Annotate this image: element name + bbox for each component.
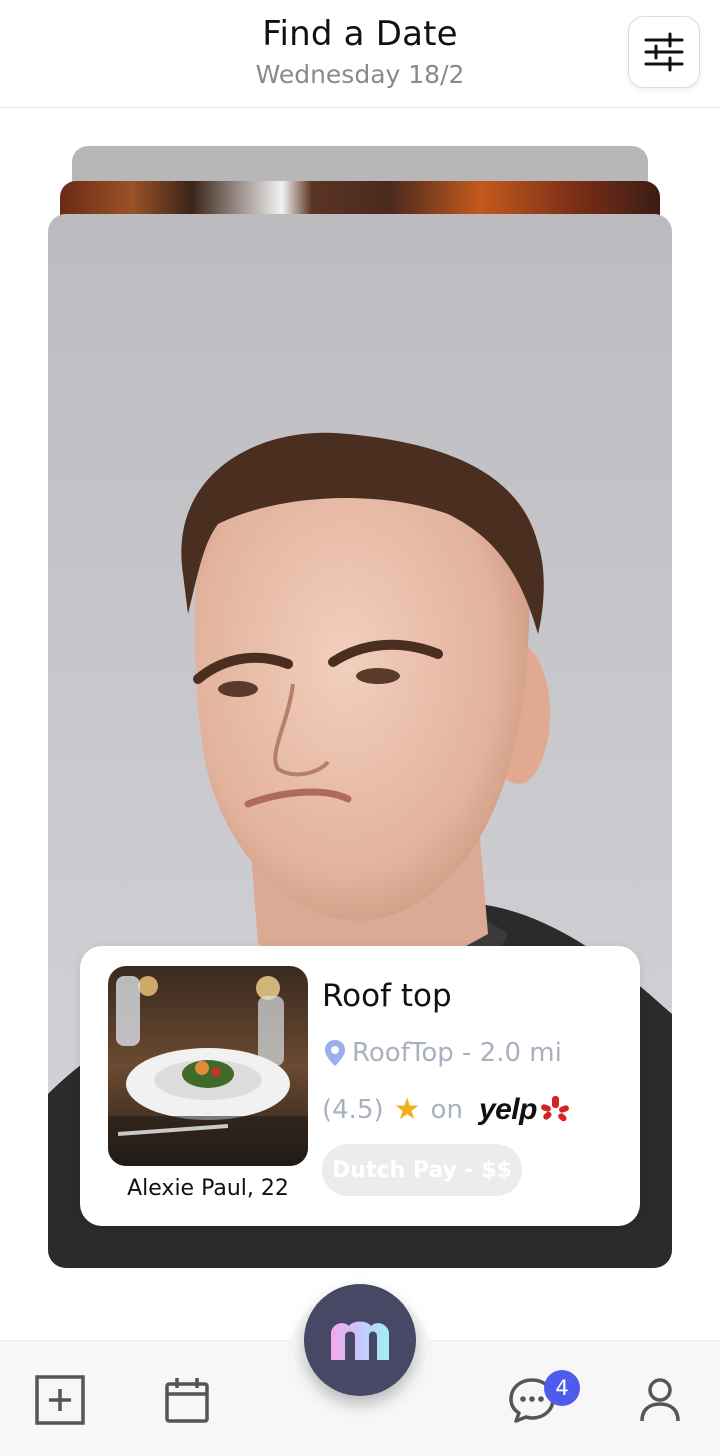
yelp-wordmark: yelp — [478, 1092, 538, 1126]
calendar-icon[interactable] — [159, 1372, 215, 1428]
app-logo-button[interactable] — [304, 1284, 416, 1396]
place-title: Roof top — [322, 978, 452, 1014]
page-title: Find a Date — [262, 14, 458, 54]
rating-on-label: on — [430, 1094, 463, 1125]
location-text: RoofTop - 2.0 mi — [352, 1038, 562, 1068]
filter-button[interactable] — [628, 16, 700, 88]
header: Find a Date Wednesday 18/2 — [0, 0, 720, 108]
star-icon: ★ — [393, 1092, 421, 1127]
person-name: Alexie Paul, 22 — [127, 1176, 289, 1201]
profile-icon[interactable] — [632, 1372, 688, 1428]
add-post-icon[interactable] — [32, 1372, 88, 1428]
restaurant-photo — [108, 966, 308, 1166]
rating-value: (4.5) — [322, 1094, 384, 1125]
page-date: Wednesday 18/2 — [255, 60, 465, 89]
location-pin-icon — [325, 1040, 345, 1066]
rating-row: (4.5) ★ on yelp — [322, 1092, 570, 1127]
yelp-logo: yelp — [479, 1093, 570, 1127]
app-logo — [331, 1321, 389, 1360]
chat-unread-badge: 4 — [544, 1370, 580, 1406]
sliders-icon — [644, 32, 684, 72]
payment-badge[interactable]: Dutch Pay - $$ — [322, 1144, 522, 1196]
yelp-burst-icon — [541, 1095, 569, 1121]
location-row: RoofTop - 2.0 mi — [324, 1038, 562, 1068]
date-info-card[interactable]: Alexie Paul, 22 Roof top RoofTop - 2.0 m… — [80, 946, 640, 1226]
